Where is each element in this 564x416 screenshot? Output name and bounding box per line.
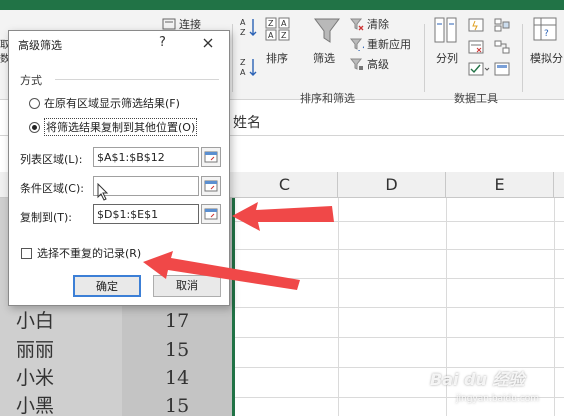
arrow-pointing-copy-to xyxy=(232,202,334,231)
annotation-arrows xyxy=(143,202,334,290)
arrow-pointing-unique-records xyxy=(143,251,300,290)
watermark-url: jingyan.baidu.com xyxy=(456,394,540,404)
watermark-logo: Bai du 经验 xyxy=(430,370,525,389)
